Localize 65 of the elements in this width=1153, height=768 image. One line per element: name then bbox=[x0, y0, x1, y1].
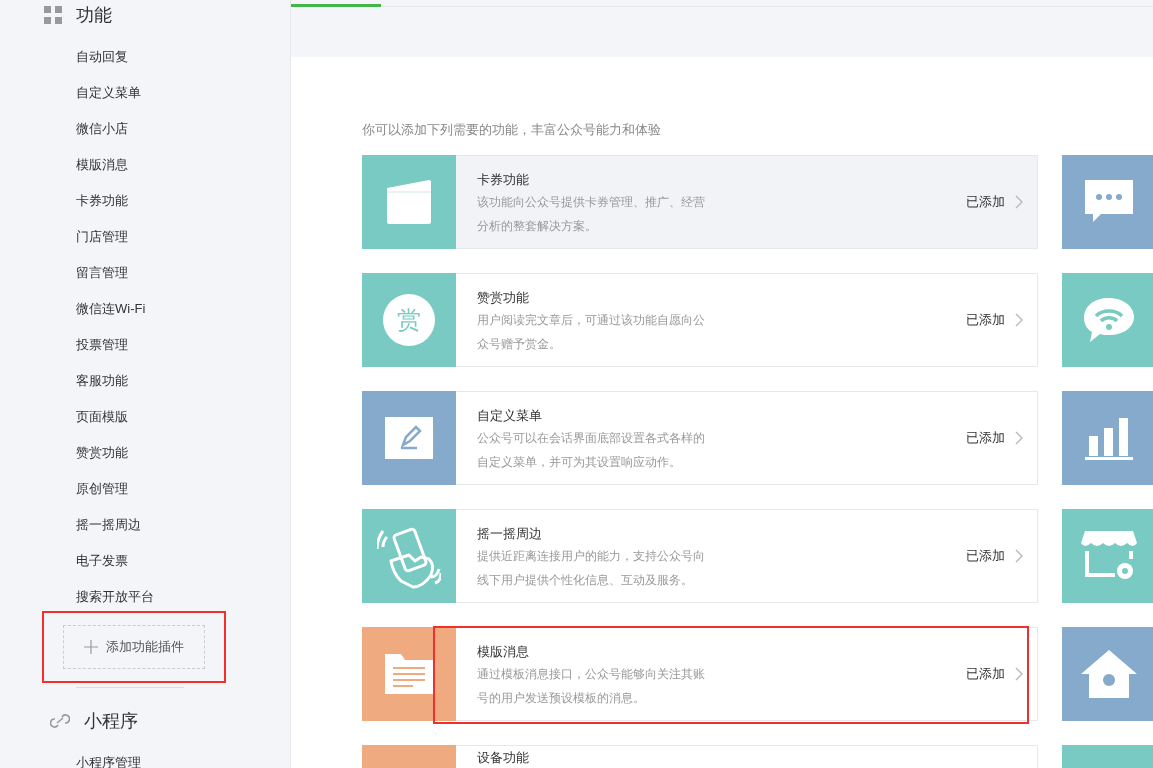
sidebar-item[interactable]: 微信小店 bbox=[44, 111, 290, 147]
sidebar-item[interactable]: 原创管理 bbox=[44, 471, 290, 507]
status-label: 已添加 bbox=[966, 547, 1005, 565]
feature-title: 摇一摇周边 bbox=[477, 525, 543, 543]
feature-title: 赞赏功能 bbox=[477, 289, 530, 307]
sidebar-item[interactable]: 搜索开放平台 bbox=[44, 579, 290, 615]
feature-description: 该功能向公众号提供卡券管理、推广、经营分析的整套解决方案。 bbox=[477, 194, 706, 235]
link-icon bbox=[50, 711, 70, 731]
coin-icon bbox=[383, 294, 435, 346]
store-gear-icon bbox=[1081, 531, 1137, 581]
feature-card[interactable]: 摇一摇周边 提供近距离连接用户的能力，支持公众号向线下用户提供个性化信息、互动及服务。 已添加 bbox=[362, 509, 1038, 603]
sidebar-item[interactable]: 自定义菜单 bbox=[44, 75, 290, 111]
feature-title: 设备功能 bbox=[477, 749, 530, 767]
chevron-right-icon bbox=[1015, 313, 1023, 327]
chevron-right-icon bbox=[1015, 431, 1023, 445]
sidebar-item[interactable]: 留言管理 bbox=[44, 255, 290, 291]
section-title: 小程序 bbox=[84, 710, 138, 733]
feature-description: 公众号可以在会话界面底部设置各式各样的自定义菜单，并可为其设置响应动作。 bbox=[477, 430, 706, 471]
sidebar-item[interactable]: 摇一摇周边 bbox=[44, 507, 290, 543]
sidebar-item[interactable]: 自动回复 bbox=[44, 39, 290, 75]
bar-chart-icon bbox=[1085, 416, 1133, 460]
feature-card[interactable]: 赏 赞赏功能 用户阅读完文章后，可通过该功能自愿向公众号赠予赏金。 已添加 bbox=[362, 273, 1038, 367]
plus-icon bbox=[84, 640, 98, 654]
intro-text: 你可以添加下列需要的功能，丰富公众号能力和体验 bbox=[362, 121, 662, 139]
feature-tile[interactable] bbox=[1062, 391, 1153, 485]
chevron-right-icon bbox=[1015, 195, 1023, 209]
status-label: 已添加 bbox=[966, 311, 1005, 329]
sidebar-item[interactable]: 客服功能 bbox=[44, 363, 290, 399]
chevron-right-icon bbox=[1015, 549, 1023, 563]
feature-tile[interactable] bbox=[1062, 155, 1153, 249]
feature-title: 卡券功能 bbox=[477, 171, 530, 189]
wifi-bubble-icon bbox=[1082, 296, 1136, 344]
status-label: 已添加 bbox=[966, 429, 1005, 447]
chevron-right-icon bbox=[1015, 667, 1023, 681]
sidebar-item[interactable]: 模版消息 bbox=[44, 147, 290, 183]
feature-card[interactable]: 卡券功能 该功能向公众号提供卡券管理、推广、经营分析的整套解决方案。 已添加 bbox=[362, 155, 1038, 249]
sidebar-item[interactable]: 投票管理 bbox=[44, 327, 290, 363]
status-label: 已添加 bbox=[966, 665, 1005, 683]
sidebar-item[interactable]: 小程序管理 bbox=[44, 745, 290, 768]
pencil-icon bbox=[385, 417, 433, 459]
sidebar-item[interactable]: 卡券功能 bbox=[44, 183, 290, 219]
grid-icon bbox=[44, 6, 62, 24]
feature-description: 提供近距离连接用户的能力，支持公众号向线下用户提供个性化信息、互动及服务。 bbox=[477, 548, 706, 589]
status-label: 已添加 bbox=[966, 193, 1005, 211]
feature-card[interactable]: 模版消息 通过模板消息接口，公众号能够向关注其账号的用户发送预设模板的消息。 已添加 bbox=[362, 627, 1038, 721]
feature-tile[interactable] bbox=[1062, 627, 1153, 721]
document-icon bbox=[385, 654, 433, 694]
sidebar-item[interactable]: 页面模版 bbox=[44, 399, 290, 435]
feature-tile[interactable] bbox=[1062, 273, 1153, 367]
feature-card[interactable]: 设备功能 bbox=[362, 745, 1038, 768]
section-title: 功能 bbox=[76, 4, 112, 27]
feature-tile[interactable] bbox=[1062, 509, 1153, 603]
sidebar-item[interactable]: 微信连Wi-Fi bbox=[44, 291, 290, 327]
feature-title: 自定义菜单 bbox=[477, 407, 543, 425]
sidebar-item[interactable]: 门店管理 bbox=[44, 219, 290, 255]
sidebar-item[interactable]: 赞赏功能 bbox=[44, 435, 290, 471]
add-plugin-button[interactable]: 添加功能插件 bbox=[63, 625, 205, 669]
feature-card[interactable]: 自定义菜单 公众号可以在会话界面底部设置各式各样的自定义菜单，并可为其设置响应动作。 已添加 bbox=[362, 391, 1038, 485]
feature-description: 用户阅读完文章后，可通过该功能自愿向公众号赠予赏金。 bbox=[477, 312, 706, 353]
feature-description: 通过模板消息接口，公众号能够向关注其账号的用户发送预设模板的消息。 bbox=[477, 666, 706, 707]
reward-glyph: 赏 bbox=[397, 305, 421, 336]
chat-bubble-icon bbox=[1085, 180, 1133, 224]
house-icon bbox=[1081, 650, 1137, 698]
feature-title: 模版消息 bbox=[477, 643, 530, 661]
sidebar-item[interactable]: 电子发票 bbox=[44, 543, 290, 579]
